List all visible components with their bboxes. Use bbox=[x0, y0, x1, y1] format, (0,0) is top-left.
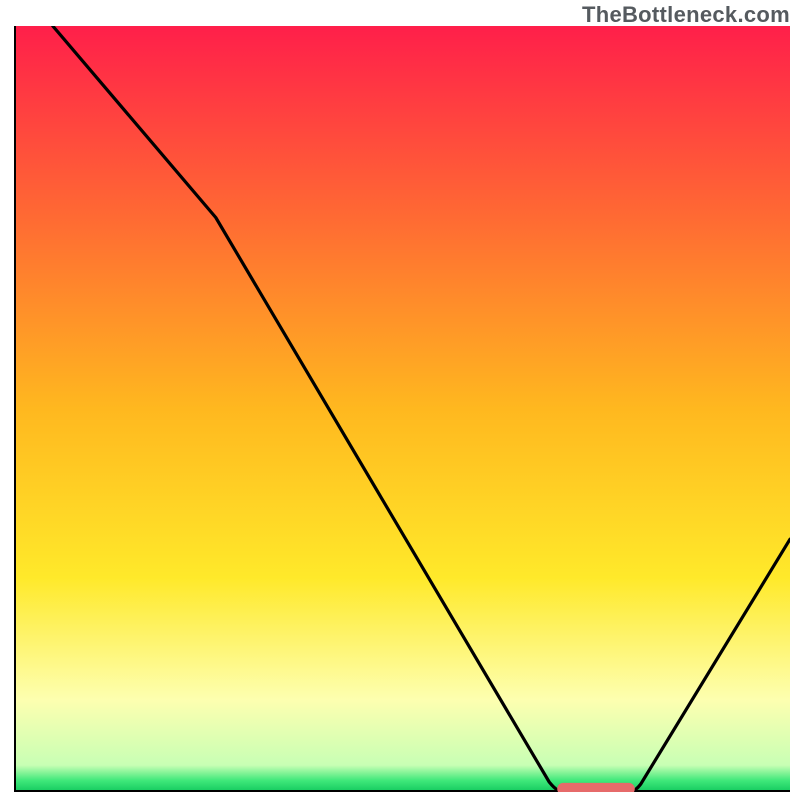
bottleneck-plot bbox=[14, 26, 790, 792]
gradient-background bbox=[14, 26, 790, 792]
chart-container: TheBottleneck.com bbox=[0, 0, 800, 800]
watermark-text: TheBottleneck.com bbox=[582, 2, 790, 28]
optimal-range-marker bbox=[557, 783, 635, 792]
